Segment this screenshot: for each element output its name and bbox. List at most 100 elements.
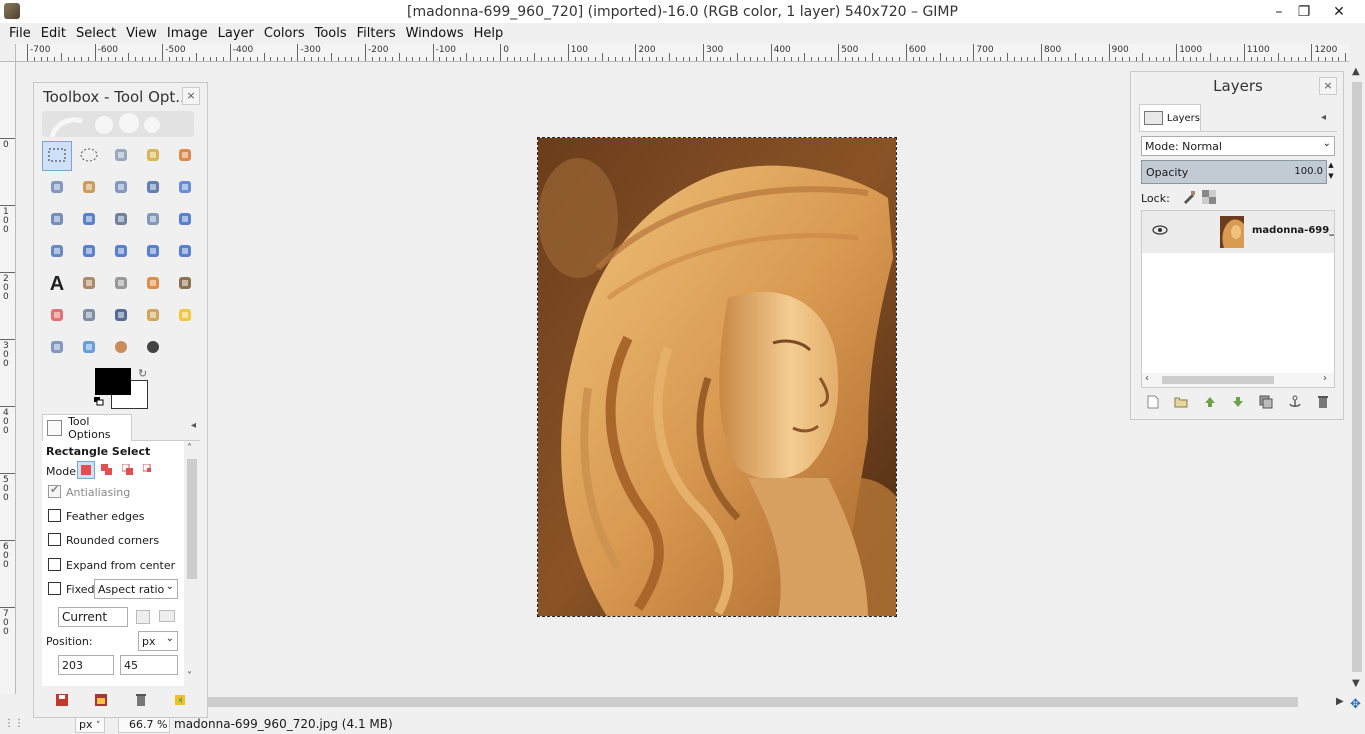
menu-colors[interactable]: Colors [259, 26, 310, 41]
tool-color-picker-button[interactable] [138, 173, 168, 203]
opacity-slider[interactable]: Opacity 100.0 [1141, 160, 1327, 184]
tool-perspective-button[interactable] [106, 237, 136, 267]
horizontal-scroll-thumb[interactable] [206, 697, 1298, 707]
layers-close-button[interactable]: × [1319, 77, 1337, 95]
tool-paintbrush-button[interactable] [170, 269, 200, 299]
tool-clone-button[interactable] [138, 301, 168, 331]
raise-layer-icon[interactable] [1203, 395, 1217, 409]
lock-pixels-icon[interactable] [1182, 190, 1196, 207]
tool-perspective-clone-button[interactable] [42, 333, 72, 363]
menu-image[interactable]: Image [162, 26, 213, 41]
scroll-right-icon[interactable]: ▶ [1336, 696, 1344, 707]
tab-menu-icon[interactable]: ◂ [191, 420, 196, 431]
tool-scissors-select-button[interactable] [42, 173, 72, 203]
foreground-color-front[interactable] [95, 368, 131, 395]
menu-help[interactable]: Help [469, 26, 509, 41]
tool-ink-button[interactable] [106, 301, 136, 331]
antialiasing-checkbox[interactable] [48, 483, 61, 498]
swap-colors-icon[interactable]: ↻ [138, 367, 147, 380]
canvas-vertical-scrollbar[interactable]: ▲ ▼ [1349, 62, 1365, 694]
toolbox-close-button[interactable]: × [182, 87, 200, 105]
layer-name[interactable]: madonna-699_960 [1252, 225, 1334, 236]
horizontal-ruler[interactable]: -700 -600 -500 -400 -300 -200 -100 0 100 200 300 40… [16, 44, 1349, 62]
navigate-icon[interactable]: ✥ [1350, 697, 1361, 712]
lock-alpha-icon[interactable] [1201, 190, 1216, 207]
menu-tools[interactable]: Tools [310, 26, 352, 41]
tool-eraser-button[interactable] [42, 301, 72, 331]
tool-move-button[interactable] [74, 205, 104, 235]
duplicate-layer-icon[interactable] [1259, 395, 1273, 409]
portrait-button[interactable] [136, 610, 150, 624]
tool-heal-button[interactable] [170, 301, 200, 331]
tool-fuzzy-select-button[interactable] [138, 141, 168, 171]
mode-replace-button[interactable] [77, 461, 95, 479]
feather-edges-checkbox[interactable] [48, 509, 61, 522]
tool-paths-button[interactable] [106, 173, 136, 203]
tool-airbrush-button[interactable] [74, 301, 104, 331]
tool-color-select-button[interactable] [170, 141, 200, 171]
image-madonna[interactable] [537, 137, 897, 617]
tool-blur-button[interactable] [74, 333, 104, 363]
zoom-select[interactable]: 66.7 % [118, 717, 170, 733]
tool-bucket-fill-button[interactable] [74, 269, 104, 299]
rounded-corners-checkbox[interactable] [48, 533, 61, 546]
menu-file[interactable]: File [4, 26, 36, 41]
menu-edit[interactable]: Edit [36, 26, 71, 41]
tool-zoom-button[interactable] [170, 173, 200, 203]
tool-smudge-button[interactable] [106, 333, 136, 363]
fixed-checkbox[interactable] [48, 582, 61, 595]
mode-add-button[interactable] [98, 461, 116, 479]
tool-measure-button[interactable] [42, 205, 72, 235]
scroll-up-icon[interactable]: ˄ [187, 443, 192, 454]
opacity-spinner[interactable]: ▲ ▼ [1327, 160, 1335, 184]
layers-tab-menu-icon[interactable]: ◂ [1321, 112, 1339, 123]
vertical-scroll-thumb[interactable] [1352, 82, 1362, 672]
tool-rect-select-button[interactable] [42, 141, 72, 171]
close-button[interactable]: ✕ [1324, 0, 1354, 23]
tool-options-scroll-thumb[interactable] [187, 459, 197, 579]
expand-center-checkbox[interactable] [48, 558, 61, 571]
tool-rotate-button[interactable] [170, 205, 200, 235]
fixed-mode-select[interactable]: Aspect ratio ⌄ [94, 579, 178, 599]
layer-mode-select[interactable]: Mode: Normal ⌄ [1141, 136, 1335, 156]
visibility-eye-icon[interactable] [1152, 224, 1168, 239]
tab-layers[interactable]: Layers [1139, 104, 1201, 131]
tool-text-button[interactable]: A [42, 269, 72, 299]
scroll-down-icon[interactable]: ▼ [1352, 678, 1360, 689]
tool-flip-button[interactable] [138, 237, 168, 267]
tool-free-select-button[interactable] [106, 141, 136, 171]
menu-select[interactable]: Select [71, 26, 121, 41]
scroll-up-icon[interactable]: ▲ [1352, 66, 1360, 77]
menu-windows[interactable]: Windows [401, 26, 469, 41]
tool-scale-button[interactable] [42, 237, 72, 267]
delete-layer-icon[interactable] [1316, 395, 1330, 409]
landscape-button[interactable] [159, 610, 175, 622]
scroll-down-icon[interactable]: ˅ [187, 671, 192, 682]
position-y-field[interactable]: 45 [120, 655, 178, 675]
anchor-layer-icon[interactable] [1288, 395, 1302, 409]
delete-options-icon[interactable] [134, 693, 148, 707]
menu-layer[interactable]: Layer [213, 26, 259, 41]
menu-filters[interactable]: Filters [352, 26, 401, 41]
save-options-icon[interactable] [55, 693, 69, 707]
canvas-horizontal-scrollbar[interactable]: ▶ [16, 694, 1349, 710]
mode-intersect-button[interactable] [140, 461, 158, 479]
tab-tool-options[interactable]: Tool Options [42, 414, 132, 441]
reset-options-icon[interactable] [173, 693, 187, 707]
vertical-ruler[interactable]: 0 100 200 300 400 500 600 700 [0, 62, 16, 694]
restore-options-icon[interactable] [94, 693, 108, 707]
wilber-drop-area[interactable] [42, 111, 194, 138]
position-x-field[interactable]: 203 [58, 655, 114, 675]
restore-button[interactable]: ❐ [1289, 0, 1319, 23]
tool-dodge-burn-button[interactable] [138, 333, 168, 363]
fixed-value-field[interactable]: Current [58, 607, 128, 627]
tool-crop-button[interactable] [138, 205, 168, 235]
tool-pencil-button[interactable] [138, 269, 168, 299]
tool-options-scrollbar[interactable]: ˄ ˅ [184, 441, 200, 686]
scroll-left-icon[interactable]: ‹ [1145, 373, 1149, 384]
reset-colors-icon[interactable] [94, 397, 104, 406]
layer-list-scrollbar[interactable]: ‹ › [1142, 373, 1334, 387]
unit-select[interactable]: px ˅ [75, 717, 105, 733]
ruler-corner[interactable] [0, 44, 16, 62]
menu-view[interactable]: View [121, 26, 162, 41]
